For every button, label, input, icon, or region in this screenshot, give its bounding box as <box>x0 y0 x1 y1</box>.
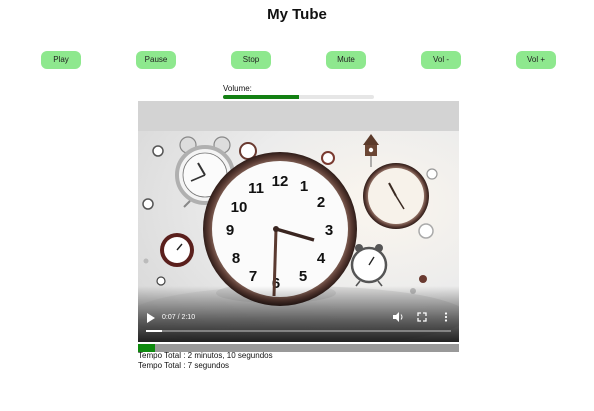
volume-up-button[interactable]: Vol + <box>516 51 556 69</box>
svg-text:11: 11 <box>248 180 264 197</box>
video-seek-bar[interactable] <box>146 330 451 332</box>
video-time-display: 0:07 / 2:10 <box>162 314 196 321</box>
main-clock: 12 1 2 3 4 5 6 7 8 9 10 11 <box>203 152 357 306</box>
roman-clock-right <box>363 163 429 229</box>
svg-text:2: 2 <box>317 194 325 211</box>
small-clock-left <box>160 233 194 267</box>
player-controls: Play Pause Stop Mute Vol - Vol + <box>0 51 594 69</box>
total-time-text: Tempo Total : 2 minutos, 10 segundos <box>138 351 273 360</box>
volume-label: Volume: <box>223 84 252 93</box>
svg-text:7: 7 <box>249 268 257 285</box>
svg-text:12: 12 <box>272 173 289 190</box>
stop-button[interactable]: Stop <box>231 51 271 69</box>
play-button[interactable]: Play <box>41 51 81 69</box>
fullscreen-icon[interactable] <box>416 311 428 323</box>
volume-icon[interactable] <box>392 311 404 323</box>
video-controls-bar: 0:07 / 2:10 <box>138 286 459 342</box>
svg-text:5: 5 <box>299 268 307 285</box>
play-icon[interactable] <box>146 312 156 324</box>
svg-text:10: 10 <box>231 199 248 216</box>
pause-button[interactable]: Pause <box>136 51 176 69</box>
volume-bar-fill <box>223 95 299 99</box>
more-options-icon[interactable] <box>440 311 452 323</box>
page-title: My Tube <box>267 6 327 23</box>
svg-text:4: 4 <box>317 250 326 267</box>
elapsed-time-text: Tempo Total : 7 segundos <box>138 361 230 370</box>
svg-text:1: 1 <box>300 178 308 195</box>
svg-text:9: 9 <box>226 222 234 239</box>
volume-bar[interactable] <box>223 95 374 99</box>
mute-button[interactable]: Mute <box>326 51 366 69</box>
svg-text:8: 8 <box>232 250 240 267</box>
video-seek-fill <box>146 330 163 332</box>
video-player[interactable]: 12 1 2 3 4 5 6 7 8 9 10 11 0:07 / 2:10 <box>138 101 459 342</box>
volume-down-button[interactable]: Vol - <box>421 51 461 69</box>
svg-text:3: 3 <box>325 222 333 239</box>
